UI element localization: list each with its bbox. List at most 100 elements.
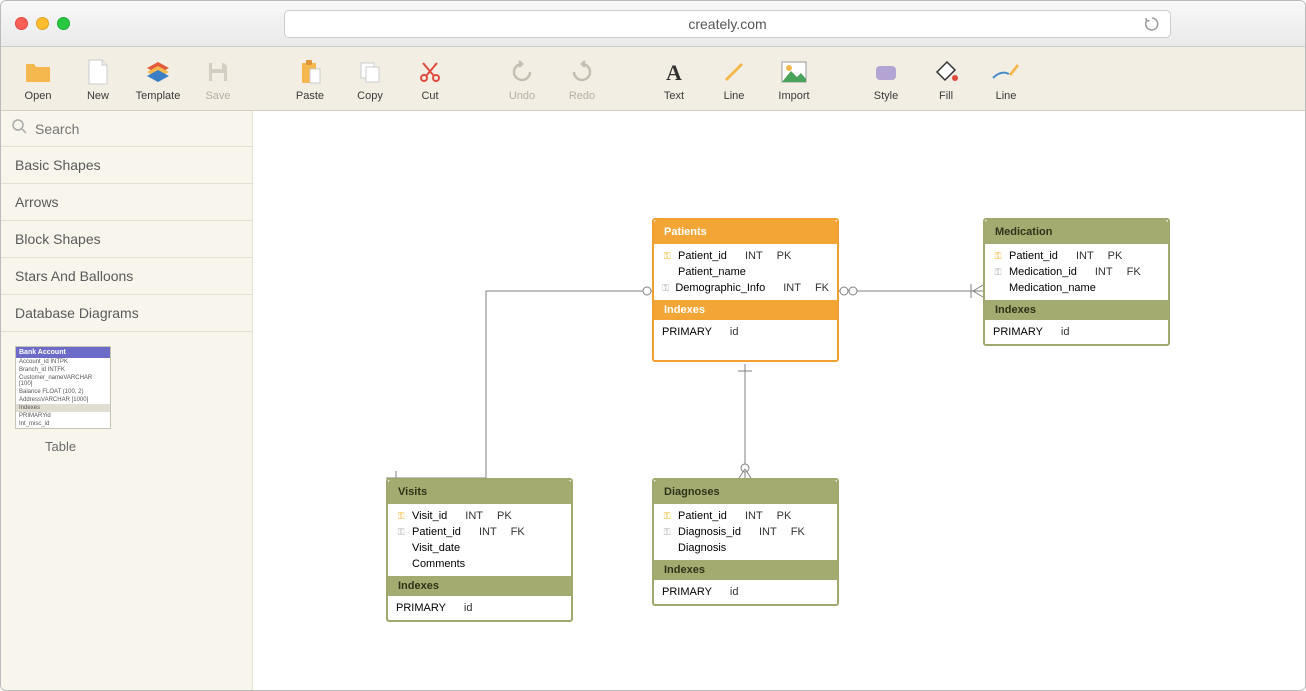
search-row bbox=[1, 111, 252, 147]
content-area: Basic Shapes Arrows Block Shapes Stars A… bbox=[1, 111, 1305, 690]
reload-icon[interactable] bbox=[1144, 16, 1160, 35]
entity-title: Patients bbox=[654, 220, 837, 244]
redo-icon bbox=[570, 56, 594, 88]
url-text: creately.com bbox=[688, 16, 766, 32]
import-button[interactable]: Import bbox=[769, 51, 819, 107]
field-row: ⚿Patient_idINTPK bbox=[654, 508, 837, 524]
entity-title: Visits bbox=[388, 480, 571, 504]
field-row: ⚿Visit_idINTPK bbox=[388, 508, 571, 524]
fill-button[interactable]: Fill bbox=[921, 51, 971, 107]
table-shape-thumb[interactable]: Bank Account Account_id INTPK Branch_id … bbox=[15, 346, 111, 429]
key-icon: ⚿ bbox=[993, 267, 1003, 278]
image-icon bbox=[781, 56, 807, 88]
save-button[interactable]: Save bbox=[193, 51, 243, 107]
entity-title: Diagnoses bbox=[654, 480, 837, 504]
entity-fields: ⚿Patient_idINTPK ⚿Diagnosis_idINTFK Diag… bbox=[654, 504, 837, 560]
svg-text:A: A bbox=[666, 61, 682, 83]
line-style-button[interactable]: Line bbox=[981, 51, 1031, 107]
open-button[interactable]: Open bbox=[13, 51, 63, 107]
field-row: Comments bbox=[388, 556, 571, 572]
new-button[interactable]: New bbox=[73, 51, 123, 107]
indexes-header: Indexes bbox=[654, 300, 837, 320]
field-row: Patient_name bbox=[654, 264, 837, 280]
close-window-button[interactable] bbox=[15, 17, 28, 30]
page-icon bbox=[87, 56, 109, 88]
undo-button[interactable]: Undo bbox=[497, 51, 547, 107]
category-stars-balloons[interactable]: Stars And Balloons bbox=[1, 258, 252, 295]
category-database-diagrams[interactable]: Database Diagrams bbox=[1, 295, 252, 332]
entity-fields: ⚿Patient_idINTPK ⚿Medication_idINTFK Med… bbox=[985, 244, 1168, 300]
field-row: ⚿Patient_idINTFK bbox=[388, 524, 571, 540]
key-icon: ⚿ bbox=[662, 511, 672, 522]
index-row: PRIMARYid bbox=[388, 600, 571, 616]
field-row: Medication_name bbox=[985, 280, 1168, 296]
app-window: creately.com Open New Template Save Past… bbox=[0, 0, 1306, 691]
layers-icon bbox=[145, 56, 171, 88]
paste-icon bbox=[298, 56, 322, 88]
line-icon bbox=[722, 56, 746, 88]
field-row: Diagnosis bbox=[654, 540, 837, 556]
key-icon: ⚿ bbox=[662, 251, 672, 262]
template-button[interactable]: Template bbox=[133, 51, 183, 107]
undo-icon bbox=[510, 56, 534, 88]
entity-fields: ⚿Patient_idINTPK Patient_name ⚿Demograph… bbox=[654, 244, 837, 300]
minimize-window-button[interactable] bbox=[36, 17, 49, 30]
thumb-label: Table bbox=[15, 435, 76, 454]
field-row: ⚿Medication_idINTFK bbox=[985, 264, 1168, 280]
key-icon: ⚿ bbox=[662, 283, 669, 294]
entity-fields: ⚿Visit_idINTPK ⚿Patient_idINTFK Visit_da… bbox=[388, 504, 571, 576]
search-icon bbox=[11, 118, 27, 139]
index-row: PRIMARYid bbox=[654, 324, 837, 340]
key-icon: ⚿ bbox=[396, 511, 406, 522]
category-arrows[interactable]: Arrows bbox=[1, 184, 252, 221]
toolbar: Open New Template Save Paste Copy Cut bbox=[1, 47, 1305, 111]
indexes-header: Indexes bbox=[654, 560, 837, 580]
field-row: ⚿Diagnosis_idINTFK bbox=[654, 524, 837, 540]
field-row: ⚿Patient_idINTPK bbox=[654, 248, 837, 264]
text-tool-button[interactable]: A Text bbox=[649, 51, 699, 107]
field-row: Visit_date bbox=[388, 540, 571, 556]
folder-icon bbox=[24, 56, 52, 88]
canvas[interactable]: Patients ⚿Patient_idINTPK Patient_name ⚿… bbox=[253, 111, 1305, 690]
entity-visits[interactable]: Visits ⚿Visit_idINTPK ⚿Patient_idINTFK V… bbox=[386, 478, 573, 622]
index-row: PRIMARYid bbox=[985, 324, 1168, 340]
entity-indexes: PRIMARYid bbox=[654, 320, 837, 360]
sidebar: Basic Shapes Arrows Block Shapes Stars A… bbox=[1, 111, 253, 690]
copy-icon bbox=[358, 56, 382, 88]
search-input[interactable] bbox=[35, 121, 242, 137]
field-row: ⚿Patient_idINTPK bbox=[985, 248, 1168, 264]
shape-palette: Bank Account Account_id INTPK Branch_id … bbox=[1, 332, 252, 468]
entity-indexes: PRIMARYid bbox=[654, 580, 837, 604]
url-bar[interactable]: creately.com bbox=[284, 10, 1171, 38]
scissors-icon bbox=[418, 56, 442, 88]
key-icon: ⚿ bbox=[662, 527, 672, 538]
bucket-icon bbox=[933, 56, 959, 88]
line-tool-button[interactable]: Line bbox=[709, 51, 759, 107]
field-row: ⚿Demographic_InfoINTFK bbox=[654, 280, 837, 296]
maximize-window-button[interactable] bbox=[57, 17, 70, 30]
key-icon: ⚿ bbox=[396, 527, 406, 538]
redo-button[interactable]: Redo bbox=[557, 51, 607, 107]
category-basic-shapes[interactable]: Basic Shapes bbox=[1, 147, 252, 184]
save-icon bbox=[206, 56, 230, 88]
copy-button[interactable]: Copy bbox=[345, 51, 395, 107]
entity-indexes: PRIMARYid bbox=[388, 596, 571, 620]
entity-patients[interactable]: Patients ⚿Patient_idINTPK Patient_name ⚿… bbox=[652, 218, 839, 362]
window-controls bbox=[15, 17, 70, 30]
text-icon: A bbox=[663, 56, 685, 88]
indexes-header: Indexes bbox=[388, 576, 571, 596]
entity-diagnoses[interactable]: Diagnoses ⚿Patient_idINTPK ⚿Diagnosis_id… bbox=[652, 478, 839, 606]
key-icon: ⚿ bbox=[993, 251, 1003, 262]
titlebar: creately.com bbox=[1, 1, 1305, 47]
pencil-line-icon bbox=[991, 56, 1021, 88]
indexes-header: Indexes bbox=[985, 300, 1168, 320]
paste-button[interactable]: Paste bbox=[285, 51, 335, 107]
style-icon bbox=[874, 56, 898, 88]
index-row: PRIMARYid bbox=[654, 584, 837, 600]
entity-indexes: PRIMARYid bbox=[985, 320, 1168, 344]
entity-title: Medication bbox=[985, 220, 1168, 244]
entity-medication[interactable]: Medication ⚿Patient_idINTPK ⚿Medication_… bbox=[983, 218, 1170, 346]
category-block-shapes[interactable]: Block Shapes bbox=[1, 221, 252, 258]
style-button[interactable]: Style bbox=[861, 51, 911, 107]
cut-button[interactable]: Cut bbox=[405, 51, 455, 107]
